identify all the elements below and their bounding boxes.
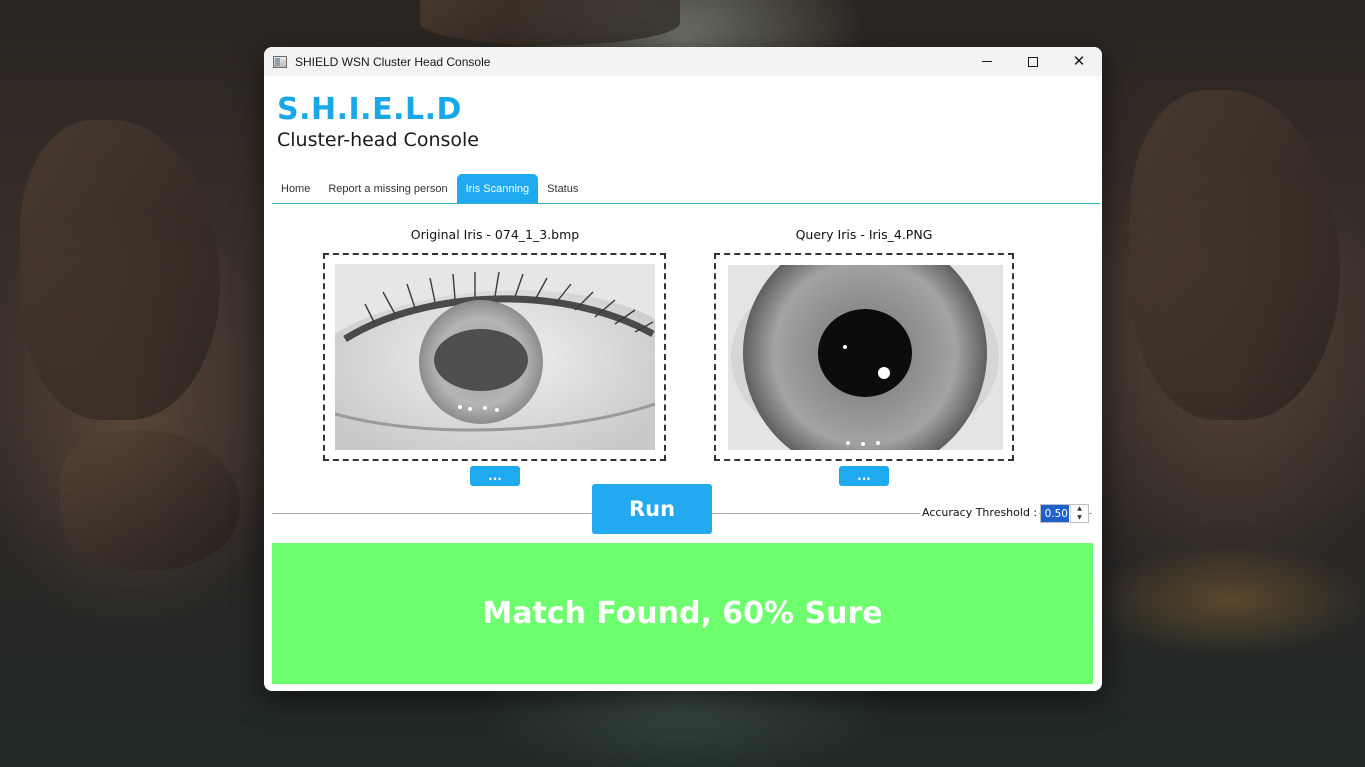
title-bar[interactable]: SHIELD WSN Cluster Head Console ✕ xyxy=(264,47,1102,76)
app-window: SHIELD WSN Cluster Head Console ✕ S.H.I.… xyxy=(264,47,1102,691)
brand-header: S.H.I.E.L.D Cluster-head Console xyxy=(277,92,479,151)
window-title: SHIELD WSN Cluster Head Console xyxy=(295,54,491,69)
maximize-button[interactable] xyxy=(1010,47,1056,76)
query-iris-image xyxy=(728,265,1003,450)
run-button[interactable]: Run xyxy=(592,484,712,534)
window-controls: ✕ xyxy=(964,47,1102,76)
brand-subtitle: Cluster-head Console xyxy=(277,129,479,151)
minimize-icon xyxy=(982,61,992,62)
result-banner: Match Found, 60% Sure xyxy=(272,543,1093,684)
query-iris-eye-icon xyxy=(728,265,1003,450)
close-icon: ✕ xyxy=(1072,52,1086,70)
original-iris-image xyxy=(335,264,655,450)
original-browse-button[interactable]: ... xyxy=(470,466,520,486)
close-button[interactable]: ✕ xyxy=(1056,47,1102,76)
tab-iris-scanning[interactable]: Iris Scanning xyxy=(456,174,539,203)
tab-status[interactable]: Status xyxy=(538,174,587,203)
query-iris-label: Query Iris - Iris_4.PNG xyxy=(795,227,933,242)
spinbox-buttons: ▲ ▼ xyxy=(1070,505,1088,522)
tab-report-missing-person[interactable]: Report a missing person xyxy=(319,174,456,203)
tab-bar: Home Report a missing person Iris Scanni… xyxy=(272,174,1100,204)
brand-title: S.H.I.E.L.D xyxy=(277,92,462,127)
original-iris-eye-icon xyxy=(335,264,655,450)
minimize-button[interactable] xyxy=(964,47,1010,76)
accuracy-threshold-spinbox[interactable]: ▲ ▼ xyxy=(1040,504,1089,523)
result-text: Match Found, 60% Sure xyxy=(482,596,883,631)
query-browse-button[interactable]: ... xyxy=(839,466,889,486)
wallpaper-rock-left-lower xyxy=(60,430,240,570)
wallpaper-rock-left xyxy=(20,120,220,420)
wallpaper-rock-right xyxy=(1130,90,1340,420)
accuracy-threshold-label: Accuracy Threshold : xyxy=(920,506,1040,519)
maximize-icon xyxy=(1028,56,1038,67)
tab-home[interactable]: Home xyxy=(272,174,319,203)
app-window-icon xyxy=(273,55,287,68)
wallpaper-rock-top xyxy=(420,0,680,45)
accuracy-threshold-input[interactable] xyxy=(1041,505,1069,522)
spin-up-icon[interactable]: ▲ xyxy=(1071,505,1088,514)
original-iris-label: Original Iris - 074_1_3.bmp xyxy=(410,227,580,242)
spin-down-icon[interactable]: ▼ xyxy=(1071,514,1088,523)
